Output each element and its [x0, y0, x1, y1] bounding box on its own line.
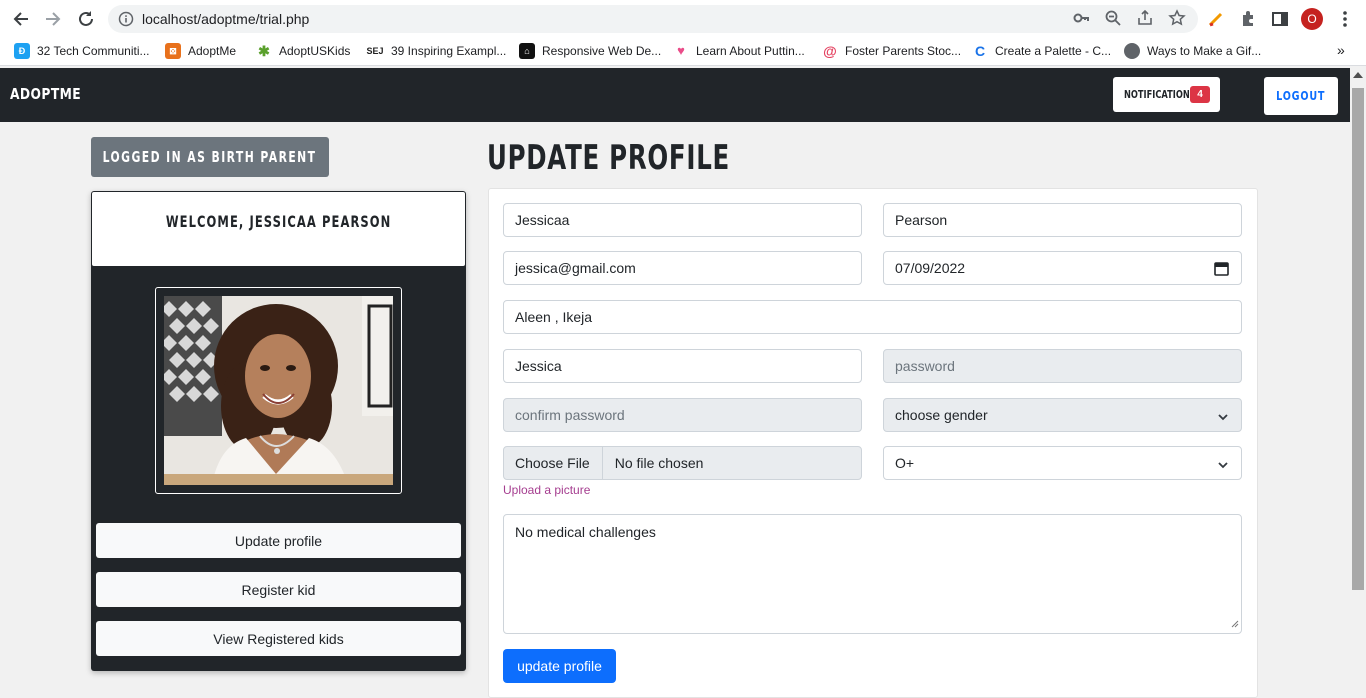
more-bookmarks-icon[interactable]: »	[1337, 42, 1345, 58]
site-info-icon[interactable]	[118, 11, 134, 32]
register-kid-button[interactable]: Register kid	[96, 572, 461, 607]
calendar-icon[interactable]	[1214, 261, 1229, 279]
resize-grip-icon[interactable]	[1231, 615, 1239, 631]
chevron-down-icon	[1217, 410, 1229, 426]
last-name-field[interactable]: Pearson	[883, 203, 1242, 237]
bookmark-item[interactable]: ⊠ AdoptMe	[165, 43, 236, 59]
scroll-up-icon[interactable]	[1353, 72, 1363, 78]
bookmarks-bar: Ð 32 Tech Communiti... ⊠ AdoptMe ✱ AdoptUSK…	[0, 38, 1366, 66]
picture-file-input[interactable]: Choose File No file chosen	[503, 446, 862, 480]
notification-count-badge: 4	[1190, 86, 1210, 103]
profile-avatar[interactable]: O	[1301, 8, 1323, 30]
upload-picture-label: Upload a picture	[503, 483, 591, 497]
extensions-icon[interactable]	[1237, 8, 1259, 30]
email-field[interactable]: jessica@gmail.com	[503, 251, 862, 285]
web-icon: ⌂	[519, 43, 535, 59]
logged-in-badge: LOGGED IN AS BIRTH PARENT	[91, 137, 329, 177]
app-navbar: ADOPTME NOTIFICATIONS 4 LOGOUT	[0, 68, 1350, 122]
adoptme-icon: ⊠	[165, 43, 181, 59]
confirm-password-field[interactable]: confirm password	[503, 398, 862, 432]
reload-icon[interactable]	[75, 8, 97, 30]
spiral-icon: @	[823, 43, 837, 59]
username-field[interactable]: Jessica	[503, 349, 862, 383]
profile-photo-frame	[155, 287, 402, 494]
palette-icon: C	[974, 43, 986, 59]
bookmark-item[interactable]: Ð 32 Tech Communiti...	[14, 43, 150, 59]
welcome-text: WELCOME, JESSICAA PEARSON	[165, 212, 392, 231]
password-field[interactable]: password	[883, 349, 1242, 383]
logout-label: LOGOUT	[1276, 89, 1326, 103]
browser-toolbar: localhost/adoptme/trial.php O	[0, 0, 1366, 38]
update-profile-submit-button[interactable]: update profile	[503, 649, 616, 683]
side-panel-icon[interactable]	[1269, 8, 1291, 30]
medical-textarea[interactable]: No medical challenges	[503, 514, 1242, 634]
logout-button[interactable]: LOGOUT	[1264, 77, 1338, 115]
b-icon: Ð	[14, 43, 30, 59]
globe-icon	[1124, 43, 1140, 59]
page-title: UPDATE PROFILE	[487, 138, 730, 178]
forward-icon[interactable]	[42, 8, 64, 30]
bookmark-item[interactable]: C Create a Palette - C...	[972, 43, 1111, 59]
welcome-box: WELCOME, JESSICAA PEARSON	[92, 192, 465, 266]
bookmark-item[interactable]: ♥ Learn About Puttin...	[673, 43, 805, 59]
update-profile-nav-button[interactable]: Update profile	[96, 523, 461, 558]
notifications-label: NOTIFICATIONS	[1124, 88, 1196, 101]
heart-icon: ♥	[677, 43, 685, 58]
share-icon[interactable]	[1136, 9, 1154, 32]
zoom-icon[interactable]	[1104, 9, 1122, 32]
kids-icon: ✱	[258, 43, 270, 59]
pen-extension-icon[interactable]	[1205, 8, 1227, 30]
key-icon[interactable]	[1072, 9, 1090, 32]
brand-logo[interactable]: ADOPTME	[10, 85, 81, 103]
address-bar[interactable]: localhost/adoptme/trial.php	[108, 5, 1198, 33]
gender-select[interactable]: choose gender	[883, 398, 1242, 432]
scrollbar-thumb[interactable]	[1352, 88, 1364, 590]
bookmark-item[interactable]: ⌂ Responsive Web De...	[519, 43, 661, 59]
notifications-button[interactable]: NOTIFICATIONS 4	[1113, 77, 1220, 112]
bookmark-item[interactable]: ✱ AdoptUSKids	[256, 43, 350, 59]
profile-card: WELCOME, JESSICAA PEARSON Update profile…	[91, 191, 466, 671]
choose-file-button[interactable]: Choose File	[515, 447, 603, 479]
bookmark-item[interactable]: Ways to Make a Gif...	[1124, 43, 1261, 59]
star-icon[interactable]	[1168, 9, 1186, 32]
bookmark-item[interactable]: SEJ 39 Inspiring Exampl...	[366, 43, 506, 59]
file-status: No file chosen	[614, 455, 704, 471]
bookmark-item[interactable]: @ Foster Parents Stoc...	[822, 43, 961, 59]
menu-kebab-icon[interactable]	[1334, 8, 1356, 30]
profile-photo	[164, 296, 393, 485]
first-name-field[interactable]: Jessicaa	[503, 203, 862, 237]
view-registered-kids-button[interactable]: View Registered kids	[96, 621, 461, 656]
logged-in-text: LOGGED IN AS BIRTH PARENT	[103, 148, 317, 166]
url-text: localhost/adoptme/trial.php	[142, 11, 310, 27]
back-icon[interactable]	[10, 8, 32, 30]
sej-icon: SEJ	[366, 46, 384, 56]
address-field[interactable]: Aleen , Ikeja	[503, 300, 1242, 334]
date-field[interactable]: 07/09/2022	[883, 251, 1242, 285]
chevron-down-icon	[1217, 458, 1229, 474]
blood-group-select[interactable]: O+	[883, 446, 1242, 480]
